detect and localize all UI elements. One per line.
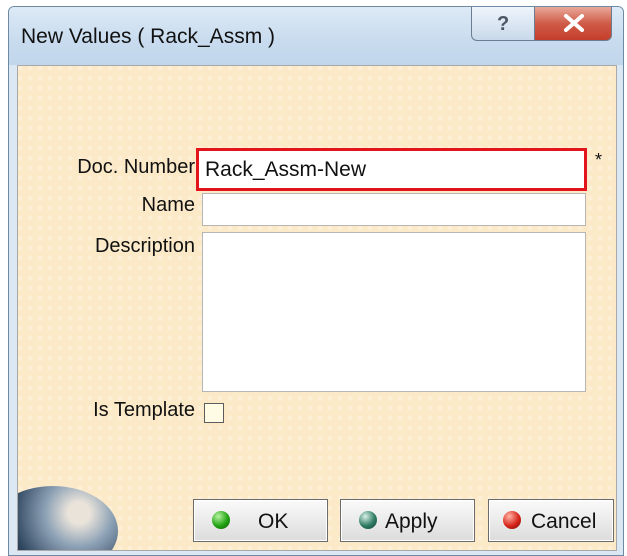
cancel-button-label: Cancel: [531, 510, 597, 533]
name-input[interactable]: [202, 193, 586, 226]
is-template-checkbox[interactable]: [204, 403, 224, 423]
doc-number-label: Doc. Number: [77, 156, 195, 178]
apply-button-label: Apply: [385, 510, 438, 533]
close-icon: [564, 14, 584, 32]
svg-text:?: ?: [497, 13, 509, 35]
required-marker: *: [595, 150, 603, 170]
title-bar[interactable]: New Values ( Rack_Assm ) ?: [9, 7, 623, 65]
name-label: Name: [141, 194, 195, 216]
question-mark-icon: ?: [497, 13, 509, 35]
doc-number-input[interactable]: Rack_Assm-New: [196, 148, 587, 191]
ok-button-label: OK: [258, 510, 289, 533]
cancel-button[interactable]: Cancel: [488, 499, 614, 542]
logo-swoosh: [18, 486, 118, 550]
apply-button[interactable]: Apply: [340, 499, 475, 542]
green-dot-icon: [212, 511, 230, 529]
ok-button[interactable]: OK: [193, 499, 328, 542]
blue-dot-icon: [359, 511, 377, 529]
description-textarea[interactable]: [202, 232, 586, 392]
description-label: Description: [94, 235, 195, 257]
close-button[interactable]: [534, 7, 612, 41]
window-title: New Values ( Rack_Assm ): [21, 25, 276, 48]
is-template-label: Is Template: [93, 399, 195, 421]
red-dot-icon: [503, 511, 521, 529]
help-button[interactable]: ?: [471, 7, 535, 41]
dialog-panel: Doc. Number Rack_Assm-New * Name Descrip…: [17, 65, 617, 551]
dialog-window: New Values ( Rack_Assm ) ? Doc. Number R…: [8, 6, 624, 556]
